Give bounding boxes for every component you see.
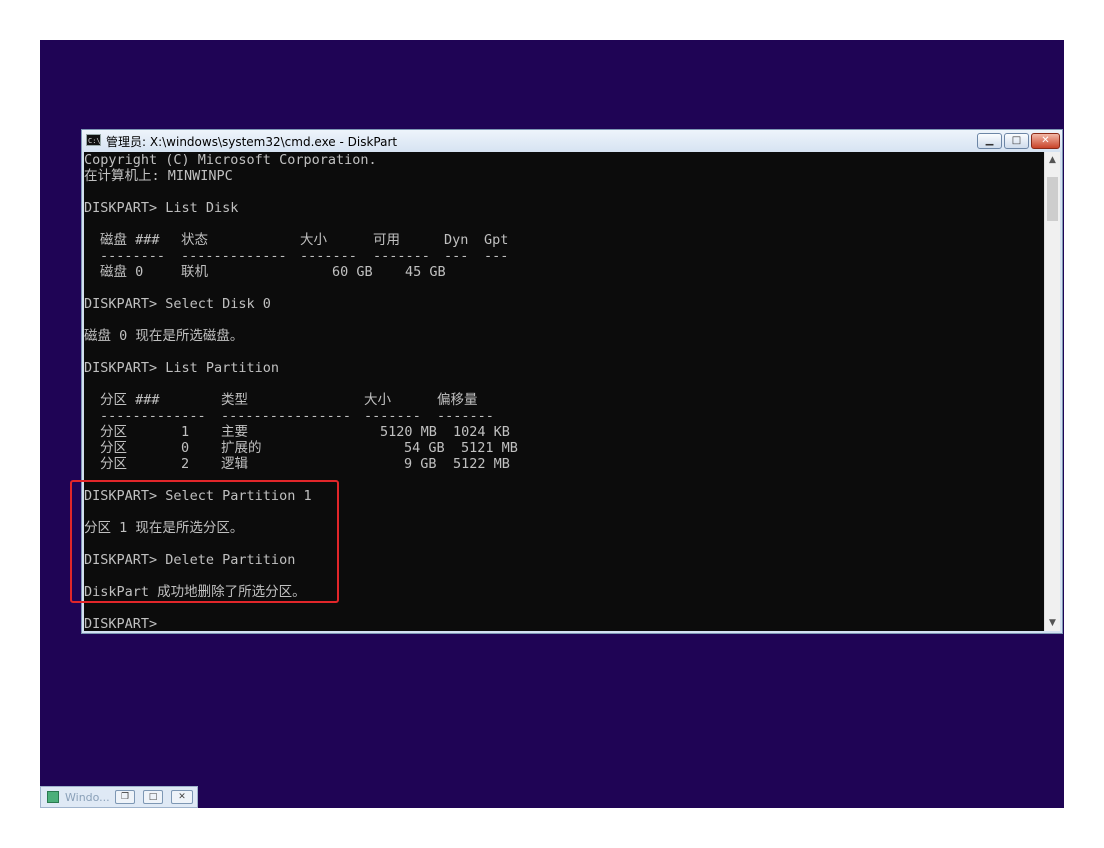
disk-row-free: 45 GB: [405, 264, 446, 280]
command-list-disk: DISKPART> List Disk: [84, 200, 239, 216]
partition-row-2-number: 0: [181, 440, 190, 456]
disk-sep-6: ---: [484, 248, 509, 264]
scroll-thumb[interactable]: [1047, 177, 1058, 221]
partition-header-offset: 偏移量: [437, 392, 478, 408]
partition-sep-4: -------: [437, 408, 494, 424]
disk-header-gpt: Gpt: [484, 232, 509, 248]
taskbar-restore-button[interactable]: ❐: [115, 790, 135, 804]
disk-header-status: 状态: [181, 232, 208, 248]
desktop: C:\ 管理员: X:\windows\system32\cmd.exe - D…: [40, 40, 1064, 808]
disk-header-disk: 磁盘 ###: [100, 232, 160, 248]
taskbar-maximize-button[interactable]: □: [143, 790, 163, 804]
maximize-button[interactable]: □: [1004, 133, 1029, 149]
partition-row-1-number: 1: [181, 424, 190, 440]
disk-selected-message: 磁盘 0 现在是所选磁盘。: [84, 328, 244, 344]
vertical-scrollbar[interactable]: ▲ ▼: [1044, 152, 1060, 631]
minimized-window-label: Windo...: [65, 791, 110, 804]
partition-row-1-offset: 1024 KB: [453, 424, 510, 440]
partition-row-1-size: 5120 MB: [380, 424, 437, 440]
title-bar[interactable]: C:\ 管理员: X:\windows\system32\cmd.exe - D…: [82, 130, 1062, 152]
disk-header-dyn: Dyn: [444, 232, 469, 248]
taskbar-close-button[interactable]: ✕: [171, 790, 193, 804]
disk-row-status: 联机: [181, 264, 208, 280]
partition-header-size: 大小: [364, 392, 391, 408]
partition-row-2-offset: 5121 MB: [461, 440, 518, 456]
disk-header-size: 大小: [300, 232, 327, 248]
partition-header-id: 分区 ###: [100, 392, 160, 408]
disk-header-free: 可用: [373, 232, 400, 248]
minimized-window-button[interactable]: Windo... ❐ □ ✕: [40, 786, 198, 808]
scroll-up-icon[interactable]: ▲: [1045, 152, 1060, 168]
disk-sep-2: -------------: [181, 248, 287, 264]
partition-header-type: 类型: [221, 392, 248, 408]
partition-row-2-type: 扩展的: [221, 440, 262, 456]
window-title: 管理员: X:\windows\system32\cmd.exe - DiskP…: [106, 135, 398, 149]
partition-row-1-type: 主要: [221, 424, 248, 440]
partition-row-3-type: 逻辑: [221, 456, 248, 472]
cmd-icon: C:\: [86, 134, 101, 146]
scroll-down-icon[interactable]: ▼: [1045, 615, 1060, 631]
disk-sep-1: --------: [100, 248, 166, 264]
close-button[interactable]: ✕: [1031, 133, 1060, 149]
computer-line: 在计算机上: MINWINPC: [84, 168, 233, 184]
partition-row-2-label: 分区: [100, 440, 127, 456]
highlight-box: [70, 480, 339, 603]
disk-sep-4: -------: [373, 248, 430, 264]
partition-row-1-label: 分区: [100, 424, 127, 440]
setup-icon: [47, 791, 59, 803]
disk-row-size: 60 GB: [332, 264, 373, 280]
minimize-button[interactable]: ▁: [977, 133, 1002, 149]
disk-sep-5: ---: [444, 248, 469, 264]
command-select-disk: DISKPART> Select Disk 0: [84, 296, 271, 312]
partition-sep-3: -------: [364, 408, 421, 424]
partition-row-3-size: 9 GB: [404, 456, 437, 472]
partition-row-3-number: 2: [181, 456, 190, 472]
partition-sep-2: ----------------: [221, 408, 352, 424]
copyright-line: Copyright (C) Microsoft Corporation.: [84, 152, 377, 168]
command-prompt[interactable]: DISKPART>: [84, 616, 157, 631]
partition-row-2-size: 54 GB: [404, 440, 445, 456]
partition-row-3-offset: 5122 MB: [453, 456, 510, 472]
partition-sep-1: -------------: [100, 408, 206, 424]
disk-row-name: 磁盘 0: [100, 264, 144, 280]
disk-sep-3: -------: [300, 248, 357, 264]
partition-row-3-label: 分区: [100, 456, 127, 472]
command-list-partition: DISKPART> List Partition: [84, 360, 280, 376]
